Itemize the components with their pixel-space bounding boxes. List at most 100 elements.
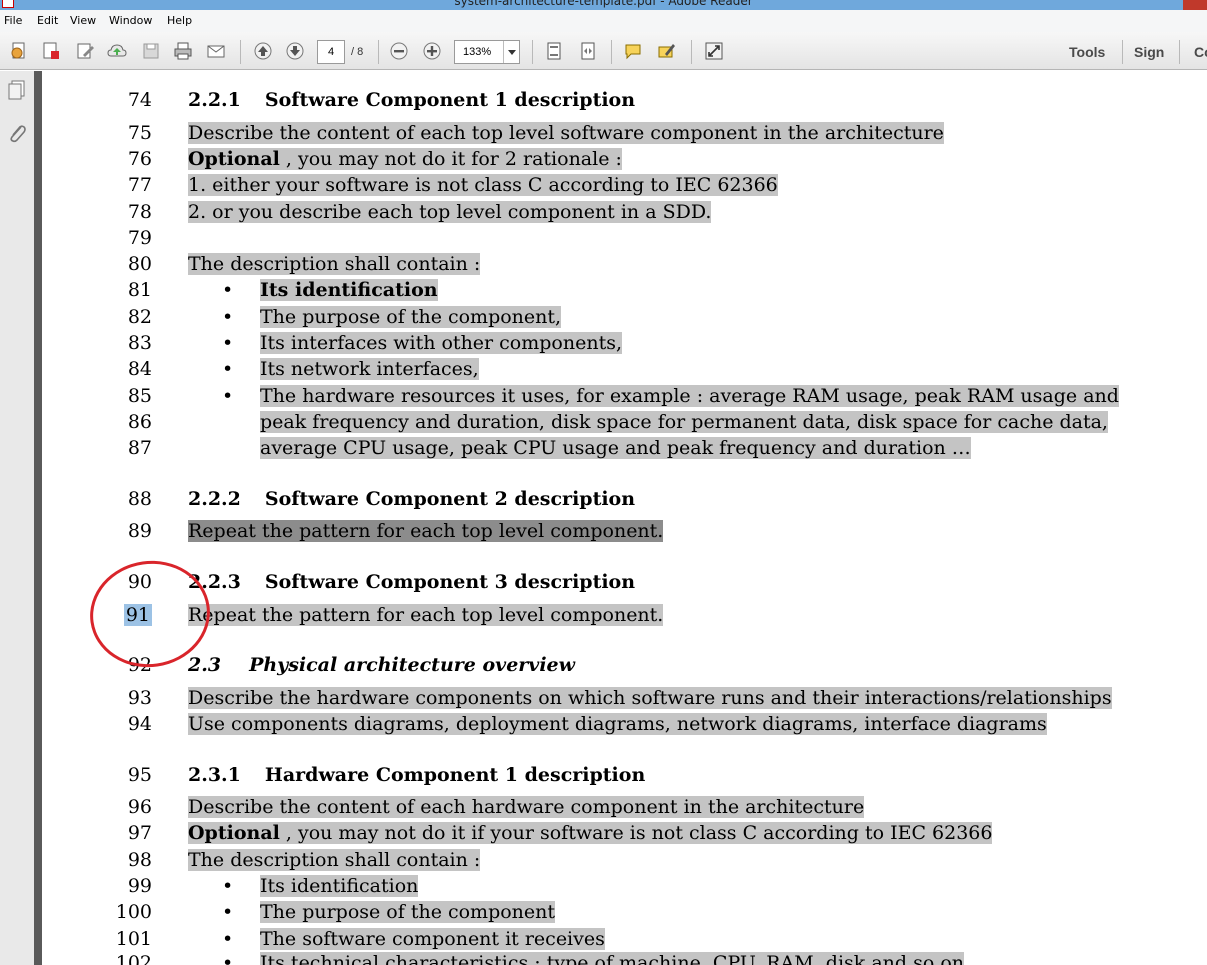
section-number: 2.3.1	[188, 764, 241, 786]
previous-page-icon[interactable]	[252, 40, 274, 62]
line-number: 75	[42, 120, 152, 146]
line-number: 97	[42, 820, 152, 846]
attachments-paperclip-icon[interactable]	[6, 123, 28, 145]
toolbar-separator	[240, 40, 241, 64]
email-icon[interactable]	[205, 40, 227, 62]
section-heading: 2.2.1 Software Component 1 description	[188, 87, 635, 113]
print-icon[interactable]	[172, 40, 194, 62]
open-pdf-icon[interactable]	[40, 40, 62, 62]
bullet-item: Its technical characteristics : type of …	[260, 950, 965, 965]
section-title: Software Component 1 description	[264, 89, 636, 111]
highlighted-text: Optional , you may not do it if your sof…	[188, 822, 993, 844]
paragraph-line: Optional , you may not do it for 2 ratio…	[188, 146, 622, 172]
line-number: 84	[42, 356, 152, 382]
paragraph-line: Describe the content of each top level s…	[188, 120, 944, 146]
line-number-text: 87	[127, 437, 152, 459]
fit-page-icon[interactable]	[543, 40, 565, 62]
tools-pane-link[interactable]: Tools	[1069, 44, 1105, 60]
line-number: 94	[42, 711, 152, 737]
section-title: Software Component 2 description	[264, 488, 636, 510]
save-icon[interactable]	[140, 40, 162, 62]
highlighted-text: The software component it receives	[260, 928, 605, 950]
paragraph-line: The description shall contain :	[188, 251, 481, 277]
menu-window[interactable]: Window	[109, 14, 152, 27]
create-pdf-icon[interactable]	[8, 40, 30, 62]
paragraph-line: The description shall contain :	[188, 847, 481, 873]
line-text: , you may not do it if your software is …	[279, 822, 993, 844]
toolbar-separator	[691, 40, 692, 64]
line-number-text: 81	[127, 279, 152, 301]
highlighted-text: Optional , you may not do it for 2 ratio…	[188, 148, 622, 170]
current-page-input[interactable]: 4	[317, 40, 345, 64]
menu-help[interactable]: Help	[167, 14, 192, 27]
line-number-text: 89	[127, 520, 152, 542]
highlighted-text: The description shall contain :	[188, 253, 481, 275]
paragraph-line: Describe the hardware components on whic…	[188, 685, 1112, 711]
close-window-button[interactable]	[1183, 0, 1207, 10]
line-number: 83	[42, 330, 152, 356]
section-heading: 2.3 Physical architecture overview	[188, 652, 575, 678]
line-text: , you may not do it for 2 rationale :	[279, 148, 622, 170]
paragraph-line: Optional , you may not do it if your sof…	[188, 820, 993, 846]
highlighted-text: average CPU usage, peak CPU usage and pe…	[260, 437, 971, 459]
bullet-marker: •	[222, 875, 234, 897]
highlighted-text: peak frequency and duration, disk space …	[260, 411, 1108, 433]
highlight-pen-icon[interactable]	[655, 40, 677, 62]
highlighted-text: 1. either your software is not class C a…	[188, 174, 778, 196]
menu-view[interactable]: View	[70, 14, 96, 27]
comment-pane-link[interactable]: Co	[1194, 44, 1207, 60]
bullet-marker: •	[222, 928, 234, 950]
menu-file[interactable]: File	[4, 14, 22, 27]
bold-label: Optional	[188, 148, 280, 170]
line-number-text: 86	[127, 411, 152, 433]
menu-edit[interactable]: Edit	[37, 14, 58, 27]
line-number-text: 98	[127, 849, 152, 871]
upload-cloud-icon[interactable]	[106, 40, 128, 62]
bullet-item: Its identification	[260, 277, 438, 303]
line-number: 101	[42, 926, 152, 952]
full-screen-icon[interactable]	[703, 40, 725, 62]
bullet-item: Its network interfaces,	[260, 356, 479, 382]
highlighted-text: Its interfaces with other components,	[260, 332, 623, 354]
line-number-text: 94	[127, 713, 152, 735]
highlighted-text: Its identification	[260, 875, 419, 897]
window-title-bar: system-architecture-template.pdf - Adobe…	[0, 0, 1207, 10]
fit-width-icon[interactable]	[577, 40, 599, 62]
highlighted-text: Describe the content of each top level s…	[188, 122, 944, 144]
pane-splitter[interactable]	[34, 71, 42, 965]
bullet-item: The purpose of the component,	[260, 304, 562, 330]
toolbar: 4 / 8 133% Tools Sign Co	[0, 32, 1207, 70]
zoom-out-icon[interactable]	[388, 40, 410, 62]
paragraph-line: Repeat the pattern for each top level co…	[188, 518, 664, 544]
line-number: 95	[42, 762, 152, 788]
line-number-text: 102	[115, 952, 152, 965]
line-number: 78	[42, 199, 152, 225]
bullet-item: The purpose of the component	[260, 899, 556, 925]
chevron-down-icon[interactable]	[503, 41, 519, 63]
section-number: 2.2.2	[188, 488, 241, 510]
next-page-icon[interactable]	[284, 40, 306, 62]
highlighted-text: Its identification	[260, 279, 438, 301]
toolbar-separator	[611, 40, 612, 64]
highlighted-text: 2. or you describe each top level compon…	[188, 201, 712, 223]
line-number: 76	[42, 146, 152, 172]
highlighted-text: The description shall contain :	[188, 849, 481, 871]
line-number: 96	[42, 794, 152, 820]
comment-bubble-icon[interactable]	[622, 40, 644, 62]
zoom-in-icon[interactable]	[421, 40, 443, 62]
highlighted-text: Describe the hardware components on whic…	[188, 687, 1112, 709]
line-number: 100	[42, 899, 152, 925]
section-number: 2.3	[188, 654, 222, 676]
zoom-level-select[interactable]: 133%	[454, 40, 520, 64]
line-number: 82	[42, 304, 152, 330]
bullet-marker: •	[222, 279, 234, 301]
bullet-marker: •	[222, 385, 234, 407]
paragraph-line: Describe the content of each hardware co…	[188, 794, 865, 820]
page-thumbnails-icon[interactable]	[6, 79, 28, 101]
edit-document-icon[interactable]	[74, 40, 96, 62]
line-number: 87	[42, 435, 152, 461]
line-number: 86	[42, 409, 152, 435]
line-number: 99	[42, 873, 152, 899]
line-number: 77	[42, 172, 152, 198]
sign-pane-link[interactable]: Sign	[1134, 44, 1164, 60]
